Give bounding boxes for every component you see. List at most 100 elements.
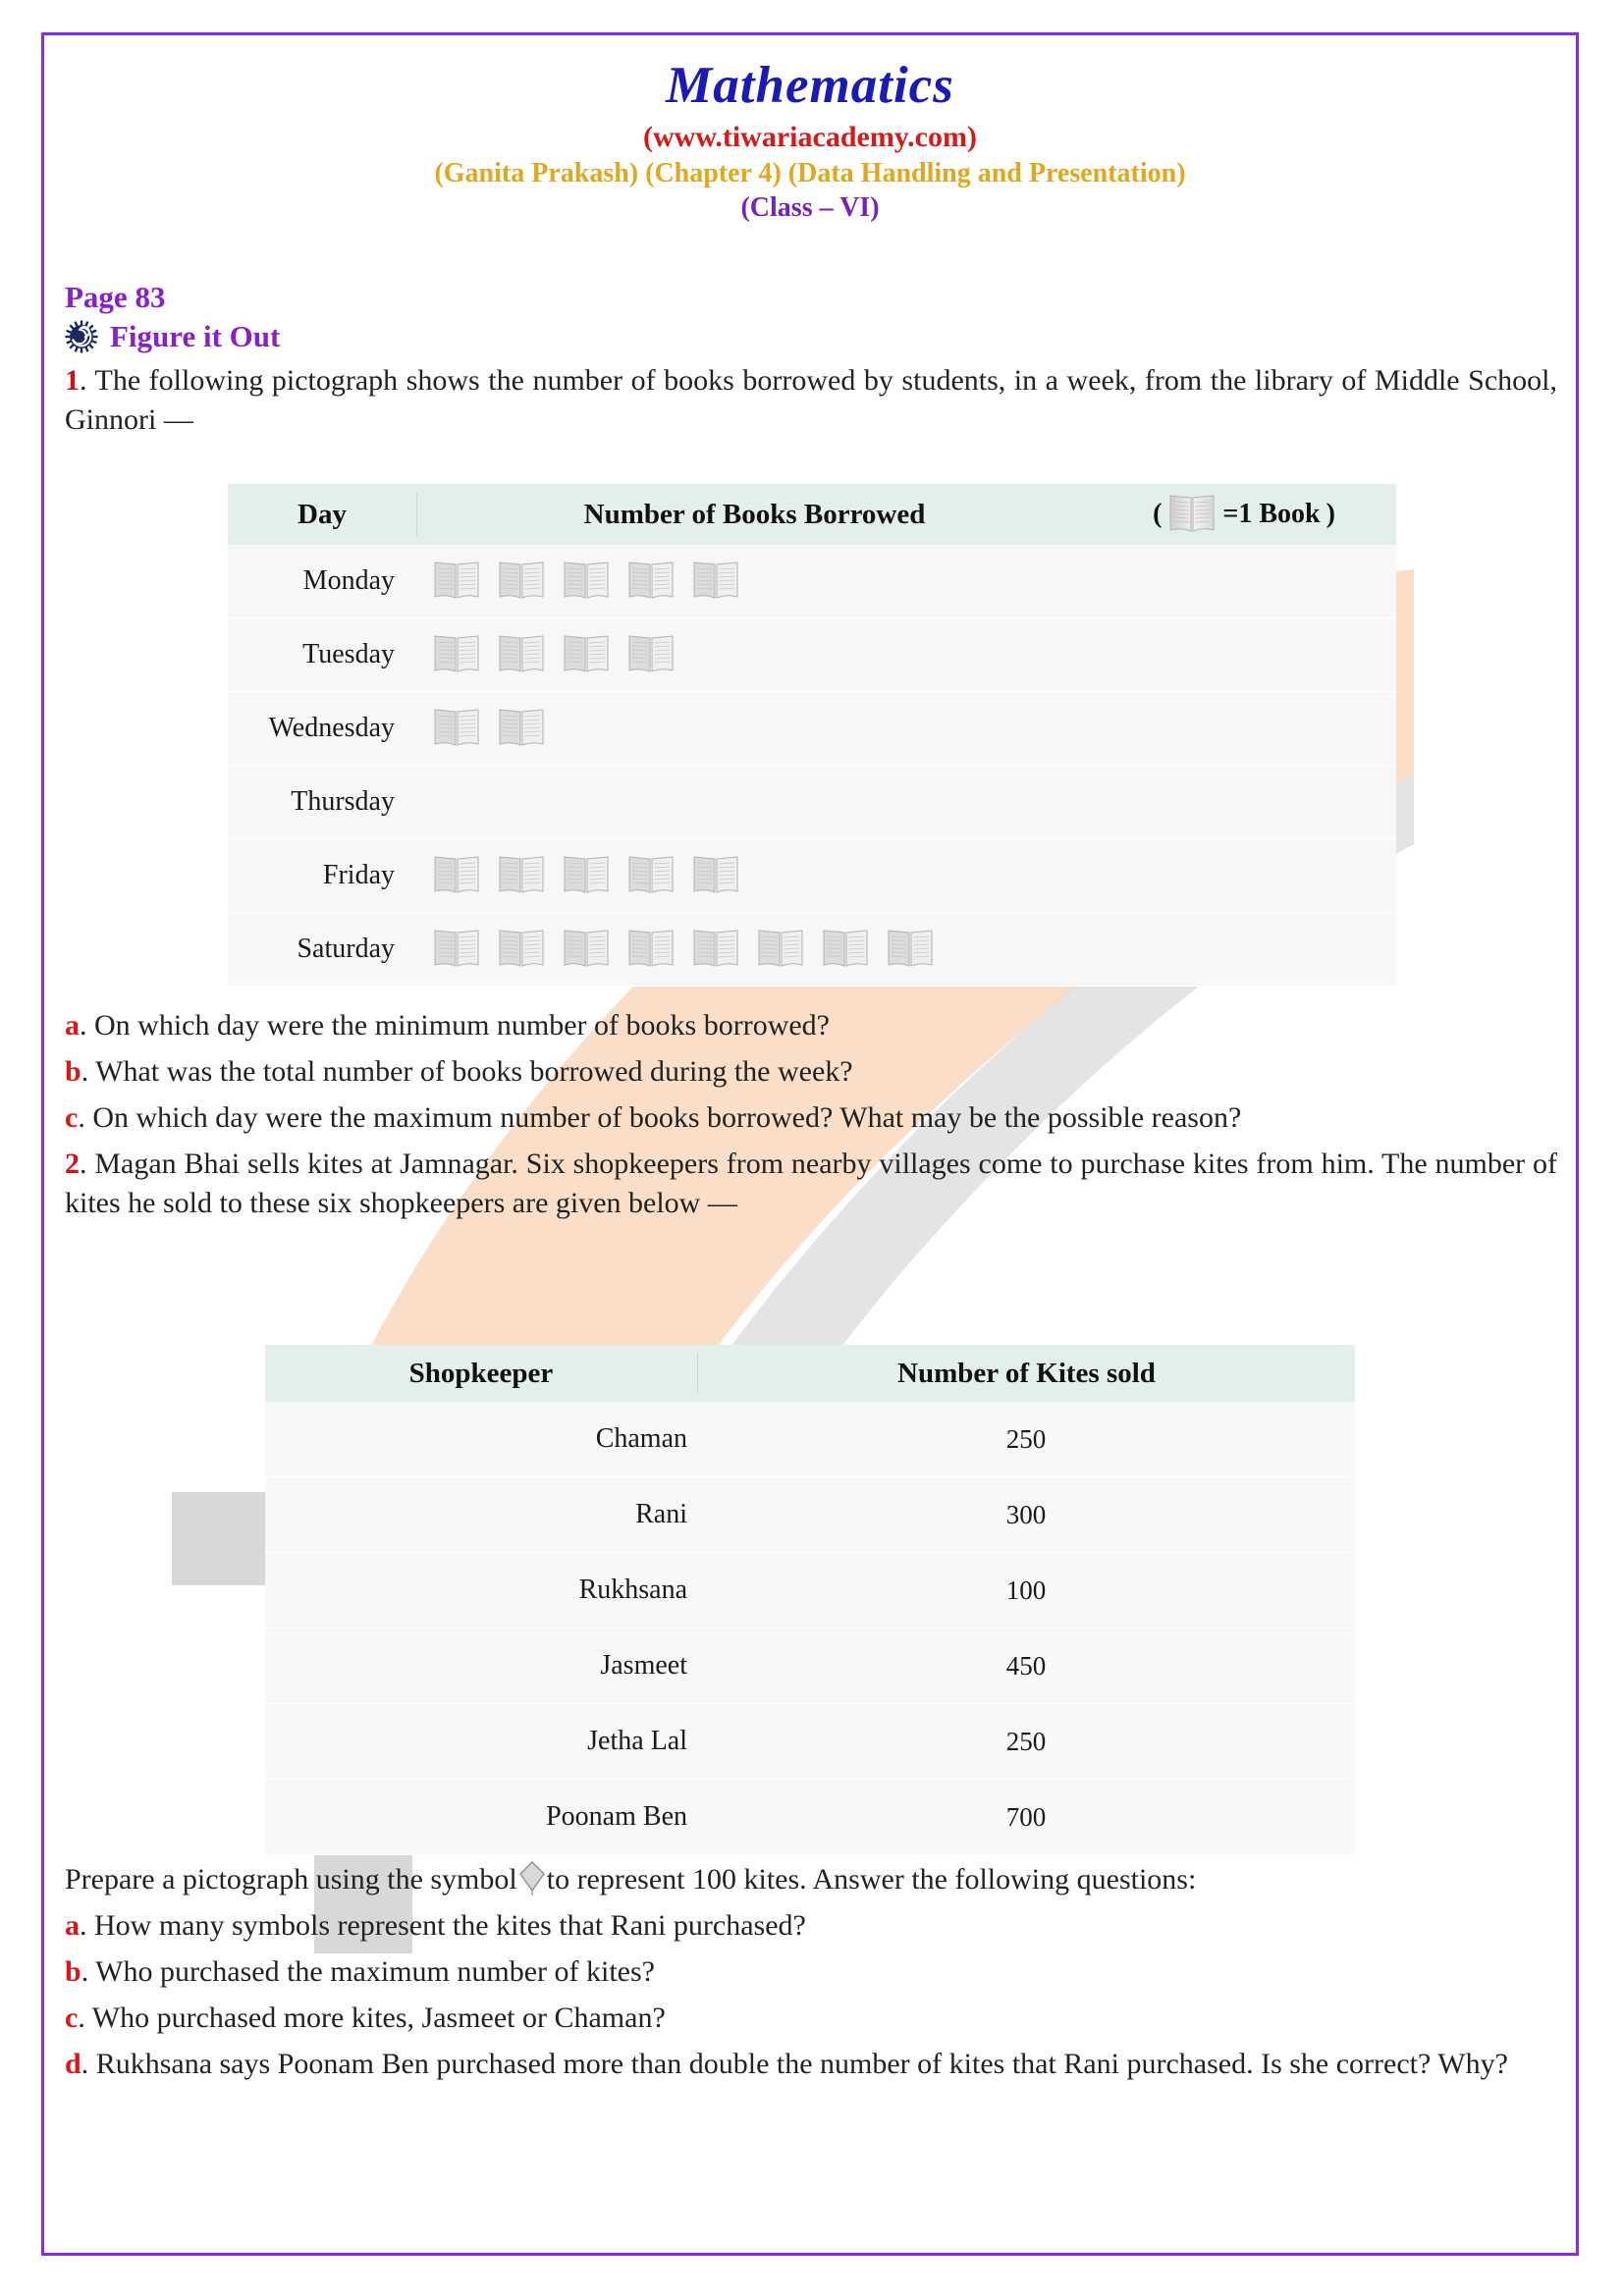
pictograph-day-label: Wednesday <box>268 713 395 743</box>
kites-table-rows: Chaman 250 Rani 300 Rukhsana 100 Jasmeet 450 Jet… <box>265 1402 1355 1855</box>
kites-count: 250 <box>1005 1726 1047 1756</box>
open-book-icon <box>564 635 609 672</box>
kites-table: Shopkeeper Number of Kites sold Chaman 25… <box>265 1345 1355 1855</box>
question-1a-letter: a <box>65 1009 80 1041</box>
pictograph-rows: Monday Tuesday Wednesday Thursday Friday… <box>228 545 1396 987</box>
open-book-icon <box>693 930 738 967</box>
open-book-icon <box>499 709 544 746</box>
website-line: (www.tiwariacademy.com) <box>643 120 977 153</box>
books-pictograph: Day Number of Books Borrowed (=1 Book)… <box>228 484 1396 987</box>
question-2a: a. How many symbols represent the kites … <box>65 1906 1557 1946</box>
pictograph-book-icons <box>416 632 1396 677</box>
question-1b-text: . What was the total number of books bor… <box>81 1054 853 1088</box>
pictograph-instruction: Prepare a pictograph using the symbol to … <box>65 1860 1557 1899</box>
open-book-icon <box>823 930 868 967</box>
table-row: Poonam Ben 700 <box>265 1780 1355 1855</box>
open-book-icon <box>1169 495 1215 532</box>
question-1a: a. On which day were the minimum number … <box>65 1006 1557 1045</box>
pictograph-row: Tuesday <box>228 618 1396 692</box>
pictograph-row: Saturday <box>228 913 1396 987</box>
question-1c-text: . On which day were the maximum number o… <box>78 1100 1242 1134</box>
open-book-icon <box>888 930 933 967</box>
class-line: (Class – VI) <box>740 191 880 223</box>
pictograph-day-label: Friday <box>322 860 395 890</box>
document-header: Mathematics (www.tiwariacademy.com) (Gan… <box>59 58 1561 224</box>
question-2b: b. Who purchased the maximum number of k… <box>65 1952 1557 1992</box>
legend-close-paren: ) <box>1325 499 1335 529</box>
shopkeeper-name: Poonam Ben <box>546 1801 687 1832</box>
question-1-number: 1 <box>65 364 80 397</box>
question-1b: b. What was the total number of books bo… <box>65 1052 1557 1092</box>
open-book-icon <box>434 930 479 967</box>
question-2c-text: . Who purchased more kites, Jasmeet or C… <box>78 2001 666 2034</box>
question-2-number: 2 <box>65 1147 80 1180</box>
pictograph-row: Thursday <box>228 766 1396 839</box>
open-book-icon <box>499 856 544 893</box>
pictograph-day-label: Tuesday <box>302 639 395 669</box>
kites-count: 100 <box>1005 1575 1047 1605</box>
shopkeeper-name: Jasmeet <box>600 1650 687 1681</box>
pictograph-header-row: Day Number of Books Borrowed (=1 Book) <box>228 484 1396 545</box>
legend-text: =1 Book <box>1222 499 1321 529</box>
shopkeeper-name: Rani <box>635 1499 687 1529</box>
pictograph-book-icons <box>416 927 1396 972</box>
question-2c: c. Who purchased more kites, Jasmeet or … <box>65 1999 1557 2038</box>
open-book-icon <box>564 856 609 893</box>
open-book-icon <box>564 930 609 967</box>
shopkeeper-name: Rukhsana <box>578 1575 687 1605</box>
table-row: Jetha Lal 250 <box>265 1704 1355 1780</box>
spiral-gear-icon <box>65 320 98 353</box>
instruction-pre-text: Prepare a pictograph using the symbol <box>65 1863 517 1896</box>
kites-col-count: Number of Kites sold <box>897 1357 1156 1389</box>
pictograph-row: Monday <box>228 545 1396 618</box>
open-book-icon <box>434 561 479 599</box>
pictograph-legend: (=1 Book) <box>1092 492 1396 537</box>
open-book-icon <box>693 561 738 599</box>
question-1a-text: . On which day were the minimum number o… <box>80 1009 830 1041</box>
question-2c-letter: c <box>65 2001 79 2034</box>
shopkeeper-name: Chaman <box>595 1423 687 1454</box>
open-book-icon <box>434 635 479 672</box>
kites-col-shopkeeper: Shopkeeper <box>408 1357 554 1389</box>
open-book-icon <box>564 561 609 599</box>
table-row: Jasmeet 450 <box>265 1629 1355 1704</box>
shopkeeper-name: Jetha Lal <box>587 1726 687 1756</box>
page-label: Page 83 <box>65 280 166 314</box>
kites-count: 300 <box>1005 1499 1047 1529</box>
pictograph-day-label: Monday <box>302 565 395 596</box>
open-book-icon <box>693 856 738 893</box>
pictograph-day-label: Saturday <box>297 934 395 964</box>
kites-count: 450 <box>1005 1650 1047 1681</box>
open-book-icon <box>628 635 674 672</box>
question-1-text: . The following pictograph shows the num… <box>65 364 1557 436</box>
question-1c: c. On which day were the maximum number … <box>65 1098 1557 1138</box>
question-2a-letter: a <box>65 1908 80 1942</box>
question-2: 2. Magan Bhai sells kites at Jamnagar. S… <box>65 1145 1557 1223</box>
open-book-icon <box>499 930 544 967</box>
pictograph-book-icons <box>416 559 1396 604</box>
instruction-post-text: to represent 100 kites. Answer the follo… <box>546 1863 1197 1896</box>
question-2d: d. Rukhsana says Poonam Ben purchased mo… <box>65 2045 1557 2084</box>
question-2b-letter: b <box>65 1954 81 1988</box>
section-label: Figure it Out <box>110 319 281 353</box>
table-row: Rani 300 <box>265 1477 1355 1553</box>
question-1-subparts: a. On which day were the minimum number … <box>65 999 1557 1222</box>
figure-it-out-heading: Figure it Out <box>65 319 1557 354</box>
pictograph-col-day: Day <box>298 498 347 530</box>
question-2d-text: . Rukhsana says Poonam Ben purchased mor… <box>81 2047 1508 2080</box>
kite-icon <box>518 1861 545 1896</box>
open-book-icon <box>628 856 674 893</box>
question-1b-letter: b <box>65 1054 81 1088</box>
pictograph-row: Friday <box>228 839 1396 913</box>
open-book-icon <box>434 856 479 893</box>
table-row: Rukhsana 100 <box>265 1553 1355 1629</box>
legend-open-paren: ( <box>1153 499 1163 529</box>
question-2d-letter: d <box>65 2047 81 2080</box>
question-1c-letter: c <box>65 1100 79 1134</box>
question-2-text: . Magan Bhai sells kites at Jamnagar. Si… <box>65 1147 1557 1219</box>
chapter-line: (Ganita Prakash) (Chapter 4) (Data Handl… <box>434 157 1186 188</box>
open-book-icon <box>499 635 544 672</box>
pictograph-row: Wednesday <box>228 692 1396 766</box>
kites-count: 250 <box>1005 1423 1047 1454</box>
pictograph-col-books: Number of Books Borrowed <box>583 498 926 530</box>
